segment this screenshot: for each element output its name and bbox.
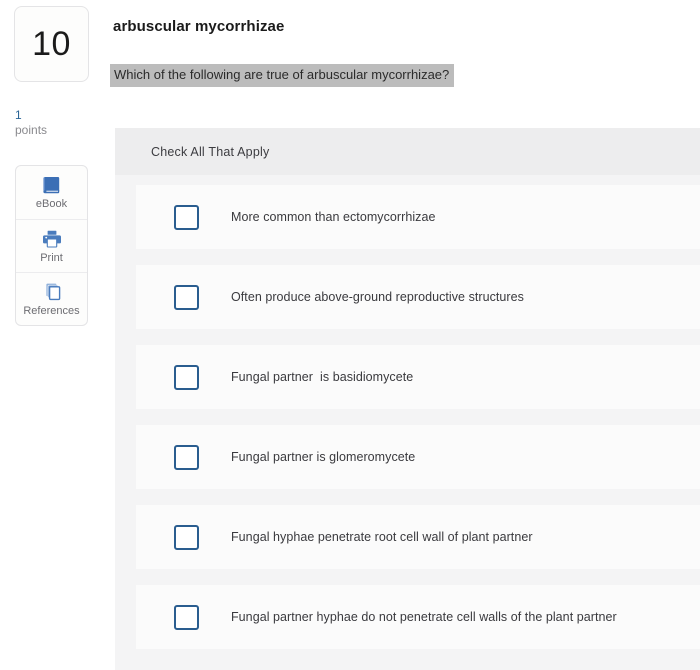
question-title: arbuscular mycorrhizae [113, 18, 285, 35]
question-prompt: Which of the following are true of arbus… [110, 64, 455, 87]
references-button[interactable]: References [16, 272, 87, 325]
option-label: Often produce above-ground reproductive … [231, 290, 524, 304]
ebook-icon [41, 175, 63, 195]
option-label: Fungal partner is glomeromycete [231, 450, 416, 464]
option-label: Fungal hyphae penetrate root cell wall o… [231, 530, 533, 544]
question-number: 10 [32, 25, 71, 63]
answer-panel-header: Check All That Apply [115, 128, 700, 175]
question-number-box: 10 [14, 6, 89, 82]
points-label: points [15, 123, 48, 137]
print-button[interactable]: Print [16, 219, 87, 272]
points-value: 1 [15, 108, 22, 122]
points-block: 1 points [15, 108, 95, 138]
option-checkbox[interactable] [174, 604, 199, 630]
option-checkbox[interactable] [174, 204, 199, 230]
options-list: More common than ectomycorrhizae Often p… [115, 175, 700, 649]
option-label: Fungal partner is basidiomycete [231, 370, 414, 384]
option-label: Fungal partner hyphae do not penetrate c… [231, 610, 617, 624]
option-row[interactable]: Fungal partner is basidiomycete [136, 345, 700, 409]
tool-panel: eBook Print References [15, 165, 88, 326]
option-checkbox[interactable] [174, 364, 199, 390]
references-icon [41, 282, 63, 302]
answer-panel: Check All That Apply More common than ec… [115, 128, 700, 670]
ebook-button[interactable]: eBook [16, 166, 87, 219]
print-icon [41, 229, 63, 249]
option-row[interactable]: Fungal partner hyphae do not penetrate c… [136, 585, 700, 649]
left-rail: 10 1 points eBook Print References [0, 0, 110, 670]
references-label: References [23, 304, 80, 317]
option-row[interactable]: Fungal hyphae penetrate root cell wall o… [136, 505, 700, 569]
option-label: More common than ectomycorrhizae [231, 210, 436, 224]
main-content: arbuscular mycorrhizae Which of the foll… [110, 0, 700, 670]
option-checkbox[interactable] [174, 444, 199, 470]
option-row[interactable]: More common than ectomycorrhizae [136, 185, 700, 249]
question-prompt-wrap: Which of the following are true of arbus… [110, 64, 455, 87]
option-row[interactable]: Often produce above-ground reproductive … [136, 265, 700, 329]
ebook-label: eBook [35, 198, 68, 210]
print-label: Print [40, 251, 63, 264]
option-checkbox[interactable] [174, 284, 199, 310]
option-checkbox[interactable] [174, 524, 199, 550]
check-all-that-apply-label: Check All That Apply [151, 144, 270, 159]
option-row[interactable]: Fungal partner is glomeromycete [136, 425, 700, 489]
